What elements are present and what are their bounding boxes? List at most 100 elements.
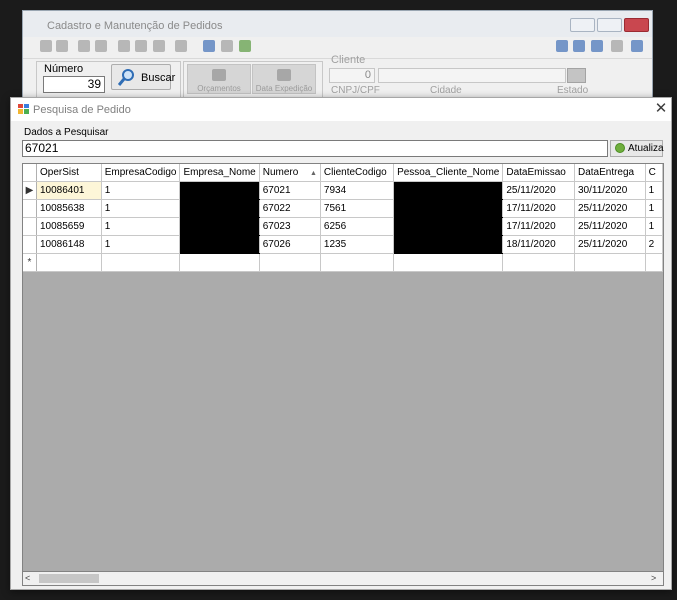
table-cell[interactable]: 67021 (259, 181, 321, 200)
table-cell[interactable]: 30/11/2020 (574, 181, 646, 200)
table-cell[interactable] (320, 253, 395, 272)
table-cell[interactable] (574, 253, 646, 272)
table-cell[interactable] (502, 253, 575, 272)
atualiza-button[interactable]: Atualiza (610, 140, 664, 157)
current-row-indicator[interactable]: ▶ (23, 181, 37, 200)
link-icon[interactable] (573, 40, 585, 52)
list-icon[interactable] (203, 40, 215, 52)
table-cell[interactable]: 25/11/2020 (574, 199, 646, 218)
search-input[interactable]: 67021 (22, 140, 608, 157)
new-row[interactable]: * (23, 253, 663, 272)
pesquisa-dialog: Pesquisa de Pedido ✕ Dados a Pesquisar 6… (10, 97, 672, 590)
table-cell[interactable]: 1 (645, 181, 663, 200)
table-row[interactable]: 10086148 1 67026 1235 18/11/2020 25/11/2… (23, 235, 663, 254)
download-icon[interactable] (239, 40, 251, 52)
column-header[interactable]: EmpresaCodigo (101, 164, 181, 182)
exit-icon[interactable] (631, 40, 643, 52)
table-cell[interactable]: 67026 (259, 235, 321, 254)
corner-header[interactable] (23, 164, 37, 182)
maximize-button[interactable] (597, 18, 622, 32)
table-cell[interactable]: 10086148 (36, 235, 102, 254)
dialog-title: Pesquisa de Pedido (33, 104, 131, 116)
column-header[interactable]: Empresa_Nome (179, 164, 260, 182)
table-cell[interactable]: 10085638 (36, 199, 102, 218)
orcamentos-button[interactable]: Orçamentos (187, 64, 251, 94)
row-header[interactable] (23, 217, 37, 236)
new-icon[interactable] (40, 40, 52, 52)
table-cell[interactable]: 17/11/2020 (502, 199, 575, 218)
redacted-cell (393, 181, 504, 200)
column-header[interactable]: DataEmissao (502, 164, 575, 182)
column-header[interactable]: OperSist (36, 164, 102, 182)
print-icon[interactable] (153, 40, 165, 52)
undo-icon[interactable] (95, 40, 107, 52)
scroll-left-icon[interactable]: < (25, 573, 30, 583)
table-cell[interactable]: 6256 (320, 217, 395, 236)
table-cell[interactable] (179, 253, 260, 272)
data-expedicao-button[interactable]: Data Expedição (252, 64, 316, 94)
table-cell-selected[interactable]: 10086401 (36, 181, 102, 200)
horizontal-scrollbar[interactable]: < > (22, 571, 664, 586)
refresh-icon[interactable] (221, 40, 233, 52)
table-cell[interactable]: 18/11/2020 (502, 235, 575, 254)
table-cell[interactable]: 67022 (259, 199, 321, 218)
table-cell[interactable]: 10085659 (36, 217, 102, 236)
table-cell[interactable]: 1 (101, 181, 181, 200)
cliente-name-field[interactable] (378, 68, 566, 83)
column-header[interactable]: ClienteCodigo (320, 164, 395, 182)
row-header[interactable] (23, 199, 37, 218)
table-cell[interactable]: 17/11/2020 (502, 217, 575, 236)
window-icon[interactable] (556, 40, 568, 52)
close-icon[interactable]: ✕ (652, 100, 670, 118)
column-header[interactable]: C (645, 164, 663, 182)
table-cell[interactable]: 1 (645, 199, 663, 218)
row-header[interactable] (23, 235, 37, 254)
save-icon[interactable] (78, 40, 90, 52)
table-cell[interactable] (645, 253, 663, 272)
table-cell[interactable]: 1235 (320, 235, 395, 254)
new-row-indicator[interactable]: * (23, 253, 37, 272)
table-cell[interactable] (393, 253, 504, 272)
cliente-code-field[interactable]: 0 (329, 68, 375, 83)
cancel-icon[interactable] (56, 40, 68, 52)
column-header[interactable]: Pessoa_Cliente_Nome (393, 164, 504, 182)
table-cell[interactable]: 2 (645, 235, 663, 254)
table-cell[interactable]: 25/11/2020 (502, 181, 575, 200)
table-cell[interactable] (259, 253, 321, 272)
background-window-title: Cadastro e Manutenção de Pedidos (47, 20, 223, 32)
results-table: OperSist EmpresaCodigo Empresa_Nome Nume… (23, 164, 663, 272)
table-cell[interactable]: 1 (645, 217, 663, 236)
search-icon[interactable] (118, 40, 130, 52)
results-grid[interactable]: OperSist EmpresaCodigo Empresa_Nome Nume… (22, 163, 664, 586)
minimize-button[interactable] (570, 18, 595, 32)
background-window: Cadastro e Manutenção de Pedidos Número … (22, 10, 653, 110)
scroll-thumb[interactable] (39, 574, 99, 583)
column-header-sorted[interactable]: Numero ▲ (259, 164, 321, 182)
redacted-cell (179, 217, 260, 236)
cliente-search-icon[interactable] (567, 68, 586, 83)
table-row[interactable]: 10085638 1 67022 7561 17/11/2020 25/11/2… (23, 199, 663, 218)
header-row: OperSist EmpresaCodigo Empresa_Nome Nume… (23, 164, 663, 182)
table-cell[interactable]: 7934 (320, 181, 395, 200)
table-cell[interactable]: 1 (101, 199, 181, 218)
column-header[interactable]: DataEntrega (574, 164, 646, 182)
table-row[interactable]: 10085659 1 67023 6256 17/11/2020 25/11/2… (23, 217, 663, 236)
table-cell[interactable]: 1 (101, 235, 181, 254)
zoom-icon[interactable] (135, 40, 147, 52)
buscar-button[interactable]: Buscar (111, 64, 175, 90)
scroll-right-icon[interactable]: > (651, 573, 656, 583)
table-cell[interactable] (36, 253, 102, 272)
config-icon[interactable] (591, 40, 603, 52)
table-cell[interactable]: 1 (101, 217, 181, 236)
user-icon[interactable] (611, 40, 623, 52)
cnpj-label: CNPJ/CPF (331, 85, 380, 96)
table-row[interactable]: ▶ 10086401 1 67021 7934 25/11/2020 30/11… (23, 181, 663, 200)
table-cell[interactable]: 25/11/2020 (574, 235, 646, 254)
table-cell[interactable]: 7561 (320, 199, 395, 218)
numero-input[interactable]: 39 (43, 76, 105, 93)
table-cell[interactable]: 67023 (259, 217, 321, 236)
table-cell[interactable] (101, 253, 181, 272)
table-cell[interactable]: 25/11/2020 (574, 217, 646, 236)
tools-icon[interactable] (175, 40, 187, 52)
background-close-button[interactable] (624, 18, 649, 32)
